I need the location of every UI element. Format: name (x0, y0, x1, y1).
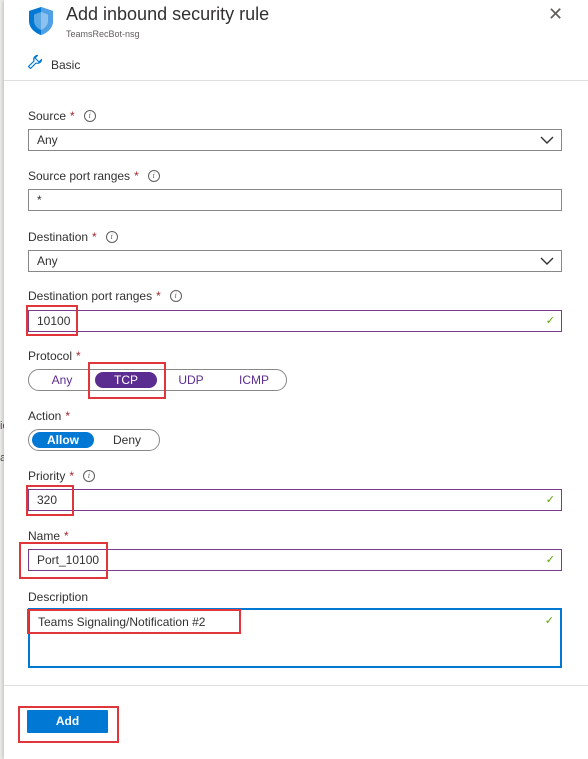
name-label: Name * (28, 529, 69, 543)
source-dropdown[interactable]: Any (28, 129, 562, 151)
action-segmented-control[interactable]: Allow Deny (28, 429, 160, 451)
info-icon[interactable]: i (105, 231, 118, 243)
tab-label: Basic (51, 57, 81, 72)
priority-input[interactable]: 320 ✓ (28, 489, 562, 511)
page-subtitle: TeamsRecBot-nsg (66, 29, 140, 39)
priority-label: Priority * i (28, 469, 96, 483)
check-icon: ✓ (545, 494, 555, 506)
required-mark: * (156, 289, 161, 303)
info-icon[interactable]: i (147, 170, 160, 182)
required-mark: * (70, 109, 75, 123)
tab-basic[interactable]: Basic (27, 54, 80, 75)
wrench-icon (27, 54, 43, 75)
check-icon: ✓ (545, 554, 555, 566)
chevron-down-icon (540, 136, 554, 144)
required-mark: * (64, 529, 69, 543)
info-icon[interactable]: i (83, 470, 96, 482)
shield-icon (28, 6, 54, 41)
source-label: Source * i (28, 109, 96, 123)
protocol-option-any[interactable]: Any (33, 372, 91, 388)
source-port-label: Source port ranges * i (28, 169, 160, 183)
destination-label: Destination * i (28, 230, 118, 244)
action-option-allow[interactable]: Allow (32, 432, 94, 448)
destination-port-input[interactable]: 10100 ✓ (28, 310, 562, 332)
name-input[interactable]: Port_10100 ✓ (28, 549, 562, 571)
divider (4, 685, 588, 686)
required-mark: * (134, 169, 139, 183)
protocol-option-udp[interactable]: UDP (165, 372, 217, 388)
info-icon[interactable]: i (83, 110, 96, 122)
action-option-deny[interactable]: Deny (97, 432, 157, 448)
description-textarea[interactable]: Teams Signaling/Notification #2 ✓ (28, 608, 562, 668)
page-title: Add inbound security rule (66, 4, 270, 24)
destination-port-label: Destination port ranges * i (28, 289, 182, 303)
protocol-label: Protocol * (28, 349, 81, 363)
source-port-input[interactable]: * (28, 189, 562, 211)
description-label: Description (28, 590, 89, 604)
info-icon[interactable]: i (169, 290, 182, 302)
protocol-option-icmp[interactable]: ICMP (225, 372, 283, 388)
protocol-segmented-control[interactable]: Any TCP UDP ICMP (28, 369, 287, 391)
required-mark: * (76, 349, 81, 363)
action-label: Action * (28, 409, 71, 423)
close-icon[interactable]: ✕ (548, 4, 563, 25)
add-button[interactable]: Add (27, 710, 108, 733)
divider (4, 80, 588, 81)
protocol-option-tcp[interactable]: TCP (95, 372, 157, 388)
check-icon: ✓ (545, 315, 555, 327)
required-mark: * (92, 230, 97, 244)
destination-dropdown[interactable]: Any (28, 250, 562, 272)
required-mark: * (69, 469, 75, 483)
check-icon: ✓ (544, 615, 554, 627)
chevron-down-icon (540, 257, 554, 265)
required-mark: * (65, 409, 71, 423)
